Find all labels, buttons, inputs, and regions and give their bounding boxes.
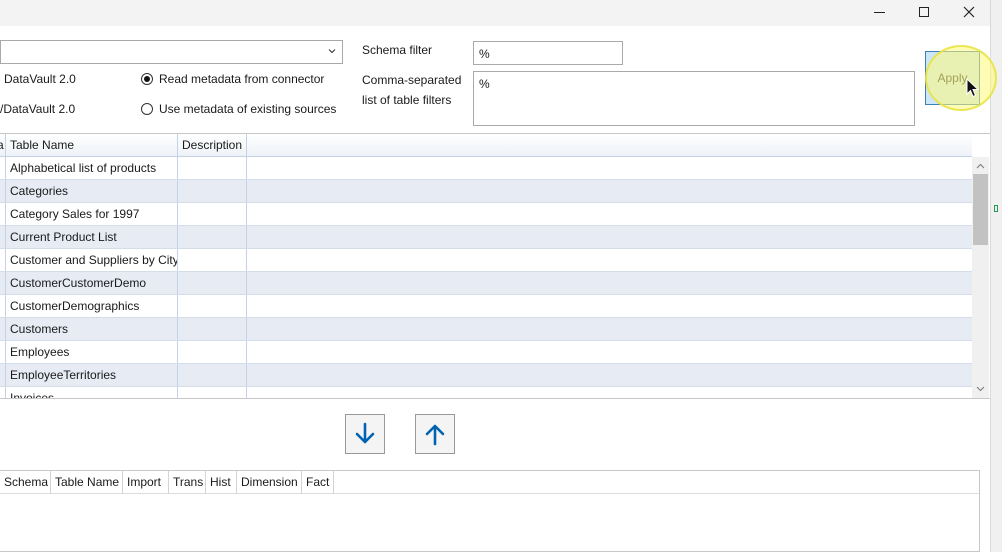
schema-filter-label: Schema filter bbox=[362, 43, 433, 57]
title-bar bbox=[0, 0, 990, 26]
target-label-1: DataVault 2.0 bbox=[4, 72, 76, 86]
scrollbar-thumb[interactable] bbox=[973, 174, 988, 245]
close-icon bbox=[963, 6, 975, 18]
adjacent-window-edge bbox=[990, 0, 1002, 552]
table-name-cell[interactable]: CustomerDemographics bbox=[6, 295, 178, 317]
arrow-up-icon bbox=[425, 424, 445, 446]
table-filters-label-line2: list of table filters bbox=[362, 93, 452, 107]
table-filters-value: % bbox=[479, 77, 490, 91]
description-cell[interactable] bbox=[178, 226, 247, 248]
description-cell[interactable] bbox=[178, 180, 247, 202]
schema-filter-value: % bbox=[479, 47, 490, 61]
table-row[interactable]: CustomerDemographics bbox=[0, 295, 972, 318]
available-tables-header: a Table Name Description bbox=[0, 134, 972, 157]
add-table-button[interactable] bbox=[345, 414, 385, 454]
edge-marker-icon bbox=[994, 205, 998, 212]
column-header-trans[interactable]: Trans bbox=[169, 471, 206, 494]
description-cell[interactable] bbox=[178, 364, 247, 386]
maximize-icon bbox=[919, 7, 929, 17]
table-name-cell[interactable]: Employees bbox=[6, 341, 178, 363]
table-row[interactable]: Employees bbox=[0, 341, 972, 364]
table-row[interactable]: Customers bbox=[0, 318, 972, 341]
table-name-cell[interactable]: Customers bbox=[6, 318, 178, 340]
table-name-cell[interactable]: CustomerCustomerDemo bbox=[6, 272, 178, 294]
minimize-icon bbox=[873, 11, 885, 13]
table-name-cell[interactable]: EmployeeTerritories bbox=[6, 364, 178, 386]
vertical-scrollbar[interactable] bbox=[972, 157, 989, 398]
column-header-description[interactable]: Description bbox=[178, 134, 247, 157]
description-cell[interactable] bbox=[178, 272, 247, 294]
table-row[interactable]: Invoices bbox=[0, 387, 972, 398]
close-button[interactable] bbox=[946, 0, 992, 24]
table-row[interactable]: Category Sales for 1997 bbox=[0, 203, 972, 226]
table-name-cell[interactable]: Alphabetical list of products bbox=[6, 157, 178, 179]
scroll-up-icon[interactable] bbox=[975, 161, 986, 172]
table-row[interactable]: Alphabetical list of products bbox=[0, 157, 972, 180]
table-filters-label-line1: Comma-separated bbox=[362, 73, 462, 87]
table-row[interactable]: CustomerCustomerDemo bbox=[0, 272, 972, 295]
description-cell[interactable] bbox=[178, 318, 247, 340]
column-header-fact[interactable]: Fact bbox=[302, 471, 334, 494]
existing-metadata-radio[interactable] bbox=[141, 103, 153, 115]
table-name-cell[interactable]: Customer and Suppliers by City bbox=[6, 249, 178, 271]
table-name-cell[interactable]: Current Product List bbox=[6, 226, 178, 248]
read-metadata-label[interactable]: Read metadata from connector bbox=[159, 72, 324, 86]
selected-tables-header: Schema Table Name Import Trans Hist Dime… bbox=[0, 471, 979, 494]
column-header-dimension[interactable]: Dimension bbox=[237, 471, 302, 494]
target-label-2: /DataVault 2.0 bbox=[0, 102, 76, 116]
table-filters-input[interactable]: % bbox=[473, 71, 915, 126]
scroll-down-icon[interactable] bbox=[975, 383, 986, 394]
remove-table-button[interactable] bbox=[415, 414, 455, 454]
apply-button[interactable]: Apply bbox=[925, 51, 980, 105]
table-name-cell[interactable]: Categories bbox=[6, 180, 178, 202]
table-row[interactable]: Current Product List bbox=[0, 226, 972, 249]
selected-tables-grid: Schema Table Name Import Trans Hist Dime… bbox=[0, 470, 980, 552]
source-combobox[interactable] bbox=[0, 40, 343, 64]
available-tables-grid: a Table Name Description Alphabetical li… bbox=[0, 133, 990, 399]
table-row[interactable]: EmployeeTerritories bbox=[0, 364, 972, 387]
minimize-button[interactable] bbox=[856, 0, 902, 24]
table-row[interactable]: Categories bbox=[0, 180, 972, 203]
column-header-table-name[interactable]: Table Name bbox=[6, 134, 178, 157]
table-row[interactable]: Customer and Suppliers by City bbox=[0, 249, 972, 272]
existing-metadata-label[interactable]: Use metadata of existing sources bbox=[159, 102, 336, 116]
apply-button-label: Apply bbox=[937, 71, 968, 85]
arrow-down-icon bbox=[355, 422, 375, 444]
description-cell[interactable] bbox=[178, 203, 247, 225]
table-name-cell[interactable]: Invoices bbox=[6, 387, 178, 398]
maximize-button[interactable] bbox=[901, 0, 947, 24]
description-cell[interactable] bbox=[178, 157, 247, 179]
description-cell[interactable] bbox=[178, 341, 247, 363]
column-header-import[interactable]: Import bbox=[123, 471, 169, 494]
description-cell[interactable] bbox=[178, 249, 247, 271]
description-cell[interactable] bbox=[178, 295, 247, 317]
column-header-hist[interactable]: Hist bbox=[206, 471, 237, 494]
schema-filter-input[interactable]: % bbox=[473, 41, 623, 65]
description-cell[interactable] bbox=[178, 387, 247, 398]
column-header-table-name[interactable]: Table Name bbox=[51, 471, 123, 494]
chevron-down-icon bbox=[328, 49, 336, 54]
table-name-cell[interactable]: Category Sales for 1997 bbox=[6, 203, 178, 225]
column-header-schema[interactable]: Schema bbox=[0, 471, 51, 494]
read-metadata-radio[interactable] bbox=[141, 73, 153, 85]
